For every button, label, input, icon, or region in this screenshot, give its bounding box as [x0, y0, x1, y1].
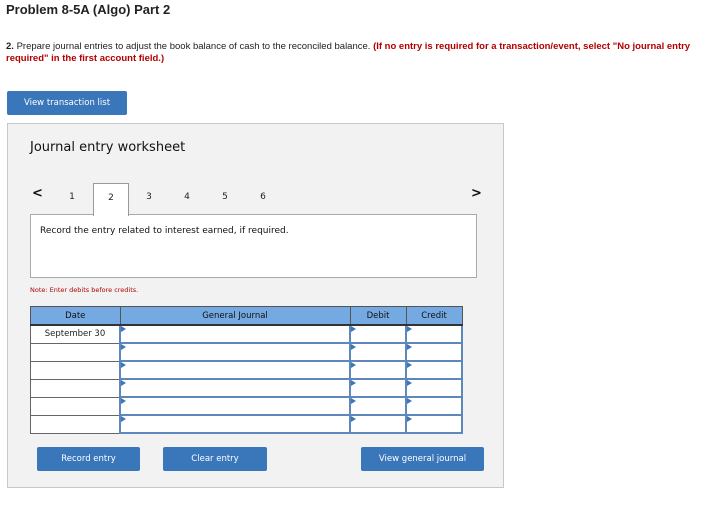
credit-field[interactable] — [405, 414, 463, 434]
account-field[interactable] — [119, 342, 351, 362]
debit-field[interactable] — [349, 414, 407, 434]
account-field[interactable] — [119, 360, 351, 380]
table-row — [30, 414, 463, 434]
credit-field[interactable] — [405, 342, 463, 362]
table-row — [30, 396, 463, 416]
view-general-journal-button[interactable]: View general journal — [361, 447, 484, 471]
tab-1[interactable]: 1 — [54, 183, 90, 215]
credit-field[interactable] — [405, 360, 463, 380]
prompt-text: Record the entry related to interest ear… — [40, 226, 289, 236]
header-date: Date — [30, 306, 121, 326]
journal-entry-worksheet-panel: Journal entry worksheet < 1 2 3 4 5 6 > … — [7, 123, 504, 488]
credit-field[interactable] — [405, 396, 463, 416]
tab-4[interactable]: 4 — [169, 183, 205, 215]
tab-5[interactable]: 5 — [207, 183, 243, 215]
tab-6[interactable]: 6 — [245, 183, 281, 215]
debit-field[interactable] — [349, 396, 407, 416]
table-row — [30, 360, 463, 380]
worksheet-title: Journal entry worksheet — [30, 140, 186, 155]
credit-field[interactable] — [405, 324, 463, 344]
account-field[interactable] — [119, 396, 351, 416]
date-cell — [30, 414, 121, 434]
debit-field[interactable] — [349, 360, 407, 380]
header-credit: Credit — [405, 306, 463, 326]
instructions: 2. Prepare journal entries to adjust the… — [6, 41, 706, 65]
date-cell: September 30 — [30, 324, 121, 344]
table-row — [30, 342, 463, 362]
prompt-box: Record the entry related to interest ear… — [30, 214, 477, 278]
credit-field[interactable] — [405, 378, 463, 398]
instruction-number: 2. — [6, 41, 14, 52]
debit-field[interactable] — [349, 342, 407, 362]
date-cell — [30, 396, 121, 416]
chevron-right-icon[interactable]: > — [471, 186, 482, 201]
header-general-journal: General Journal — [119, 306, 351, 326]
clear-entry-button[interactable]: Clear entry — [163, 447, 267, 471]
account-field[interactable] — [119, 378, 351, 398]
journal-header-row: Date General Journal Debit Credit — [30, 306, 463, 326]
debit-field[interactable] — [349, 324, 407, 344]
table-row: September 30 — [30, 324, 463, 344]
account-field[interactable] — [119, 324, 351, 344]
journal-table: Date General Journal Debit Credit Septem… — [30, 306, 463, 434]
header-debit: Debit — [349, 306, 407, 326]
date-cell — [30, 378, 121, 398]
record-entry-button[interactable]: Record entry — [37, 447, 140, 471]
tab-2[interactable]: 2 — [93, 183, 129, 216]
table-row — [30, 378, 463, 398]
tab-3[interactable]: 3 — [131, 183, 167, 215]
view-transaction-list-button[interactable]: View transaction list — [7, 91, 127, 115]
date-cell — [30, 342, 121, 362]
note-text: Note: Enter debits before credits. — [30, 286, 139, 294]
date-cell — [30, 360, 121, 380]
page-title: Problem 8-5A (Algo) Part 2 — [6, 2, 171, 17]
chevron-left-icon[interactable]: < — [32, 186, 43, 201]
debit-field[interactable] — [349, 378, 407, 398]
instruction-text: Prepare journal entries to adjust the bo… — [13, 41, 374, 52]
account-field[interactable] — [119, 414, 351, 434]
